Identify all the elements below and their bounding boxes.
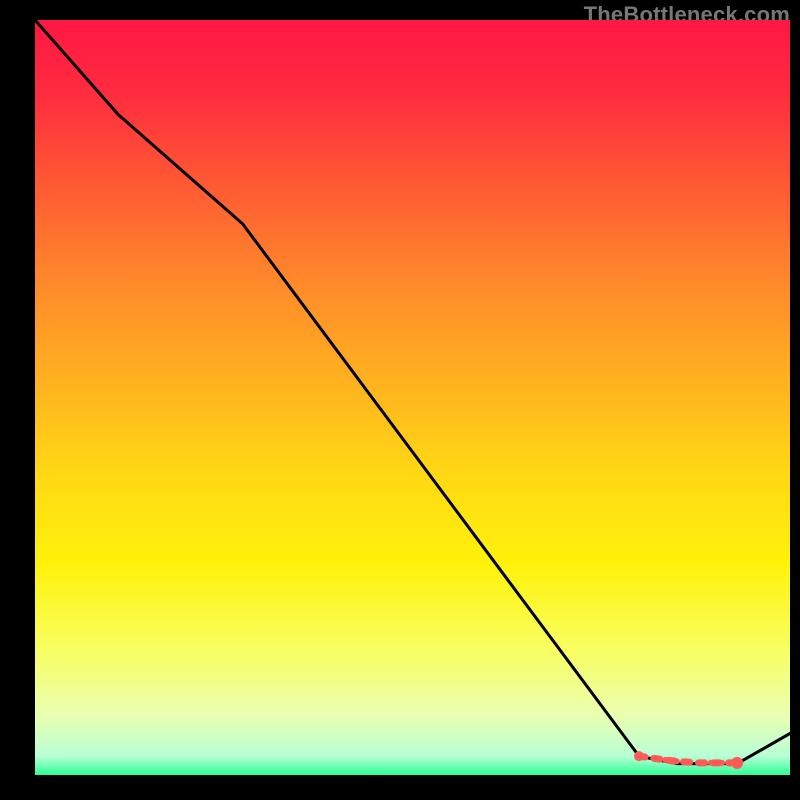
marker-dot	[674, 758, 680, 764]
marker-dot	[634, 751, 644, 761]
marker-dot	[719, 760, 725, 766]
marker-dot	[696, 760, 702, 766]
marker-dot	[651, 755, 657, 761]
plot-area	[35, 20, 790, 775]
marker-dot	[662, 757, 668, 763]
gradient-background	[35, 20, 790, 775]
marker-dot	[731, 757, 743, 769]
chart-frame: TheBottleneck.com	[0, 0, 800, 800]
marker-dot	[685, 759, 691, 765]
chart-svg	[35, 20, 790, 775]
marker-dot	[708, 760, 714, 766]
